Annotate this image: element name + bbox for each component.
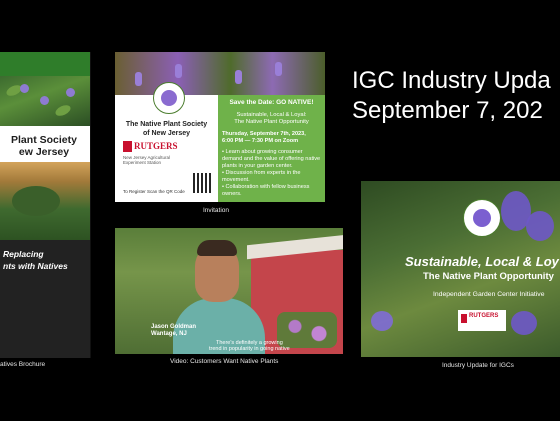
rutgers-shield-icon [123, 141, 132, 153]
brochure-caption: atives Brochure [0, 361, 46, 368]
video-subtitle-line2: trend in popularity in going native [209, 346, 290, 352]
brochure-header-band [0, 52, 90, 76]
video-caption: Video: Customers Want Native Plants [170, 358, 279, 365]
rutgers-wordmark: RUTGERS [469, 313, 499, 319]
video-subtitle: There's definitely a growing trend in po… [209, 340, 290, 352]
rutgers-wordmark: RUTGERS [134, 141, 178, 151]
event-bullet: • Learn about growing consumer demand an… [222, 149, 321, 169]
video-thumbnail[interactable]: Jason Goldman Wantage, NJ There's defini… [115, 228, 343, 354]
event-bullet: • Collaboration with fellow business own… [222, 184, 310, 197]
rutgers-logo: RUTGERS [123, 141, 178, 153]
igc-initiative: Independent Garden Center Initiative [433, 291, 545, 298]
brochure-thumbnail[interactable]: Plant Society ew Jersey Replacing nts wi… [0, 52, 91, 358]
brochure-garden-photo [0, 162, 90, 240]
save-the-date-heading: Save the Date: GO NATIVE! [229, 99, 314, 106]
slide-heading: IGC Industry Upda September 7, 202 [352, 66, 551, 126]
igc-caption: Industry Update for IGCs [442, 362, 514, 369]
brochure-tagline-line1: Replacing [3, 249, 44, 259]
event-bullet: • Discussion from experts in the movemen… [222, 170, 301, 183]
society-badge-icon [463, 199, 501, 237]
igc-title: Sustainable, Local & Loy [405, 254, 559, 269]
invitation-flower-banner [115, 52, 325, 95]
igc-update-thumbnail[interactable]: Sustainable, Local & Loy The Native Plan… [361, 181, 560, 357]
speaker-name: Jason Goldman [151, 324, 197, 330]
brochure-title: Plant Society ew Jersey [0, 126, 90, 162]
event-theme-line1: Sustainable, Local & Loyal: [236, 112, 307, 118]
event-datetime: Thursday, September 7th, 2023, 6:00 PM —… [222, 131, 321, 145]
njaes-label: New Jersey Agricultural Experiment Stati… [123, 155, 171, 165]
event-theme: Sustainable, Local & Loyal: The Native P… [222, 112, 321, 126]
society-logo-icon [153, 82, 185, 114]
invitation-title-line1: The Native Plant Society [125, 121, 208, 128]
register-instructions: To Register Scan the QR Code [123, 189, 185, 194]
presentation-slide: Plant Society ew Jersey Replacing nts wi… [0, 0, 560, 421]
brochure-tagline-line2: nts with Natives [3, 261, 68, 271]
speaker-location: Wantage, NJ [151, 331, 187, 337]
brochure-title-line2: ew Jersey [18, 146, 70, 158]
event-date: Thursday, September 7th, 2023, [222, 131, 306, 137]
video-lower-third: Jason Goldman Wantage, NJ [151, 324, 196, 338]
invitation-title-line2: of New Jersey [142, 130, 191, 137]
slide-heading-line1: IGC Industry Upda [352, 67, 551, 94]
invitation-thumbnail[interactable]: The Native Plant Society of New Jersey R… [115, 52, 325, 202]
invitation-details-panel: Save the Date: GO NATIVE! Sustainable, L… [218, 95, 325, 202]
brochure-tagline: Replacing nts with Natives [0, 240, 90, 358]
event-theme-line2: The Native Plant Opportunity [234, 119, 309, 125]
invitation-society-title: The Native Plant Society of New Jersey [119, 120, 214, 138]
rutgers-logo: RUTGERS [458, 310, 506, 331]
slide-heading-line2: September 7, 202 [352, 97, 543, 124]
event-time: 6:00 PM — 7:30 PM on Zoom [222, 138, 299, 144]
qr-code-icon [193, 173, 213, 193]
brochure-title-line1: Plant Society [11, 134, 77, 146]
speaker-hair [197, 240, 237, 256]
igc-subtitle: The Native Plant Opportunity [423, 271, 554, 282]
invitation-caption: Invitation [203, 207, 230, 214]
brochure-flower-photo [0, 76, 90, 126]
rutgers-shield-icon [461, 314, 467, 323]
